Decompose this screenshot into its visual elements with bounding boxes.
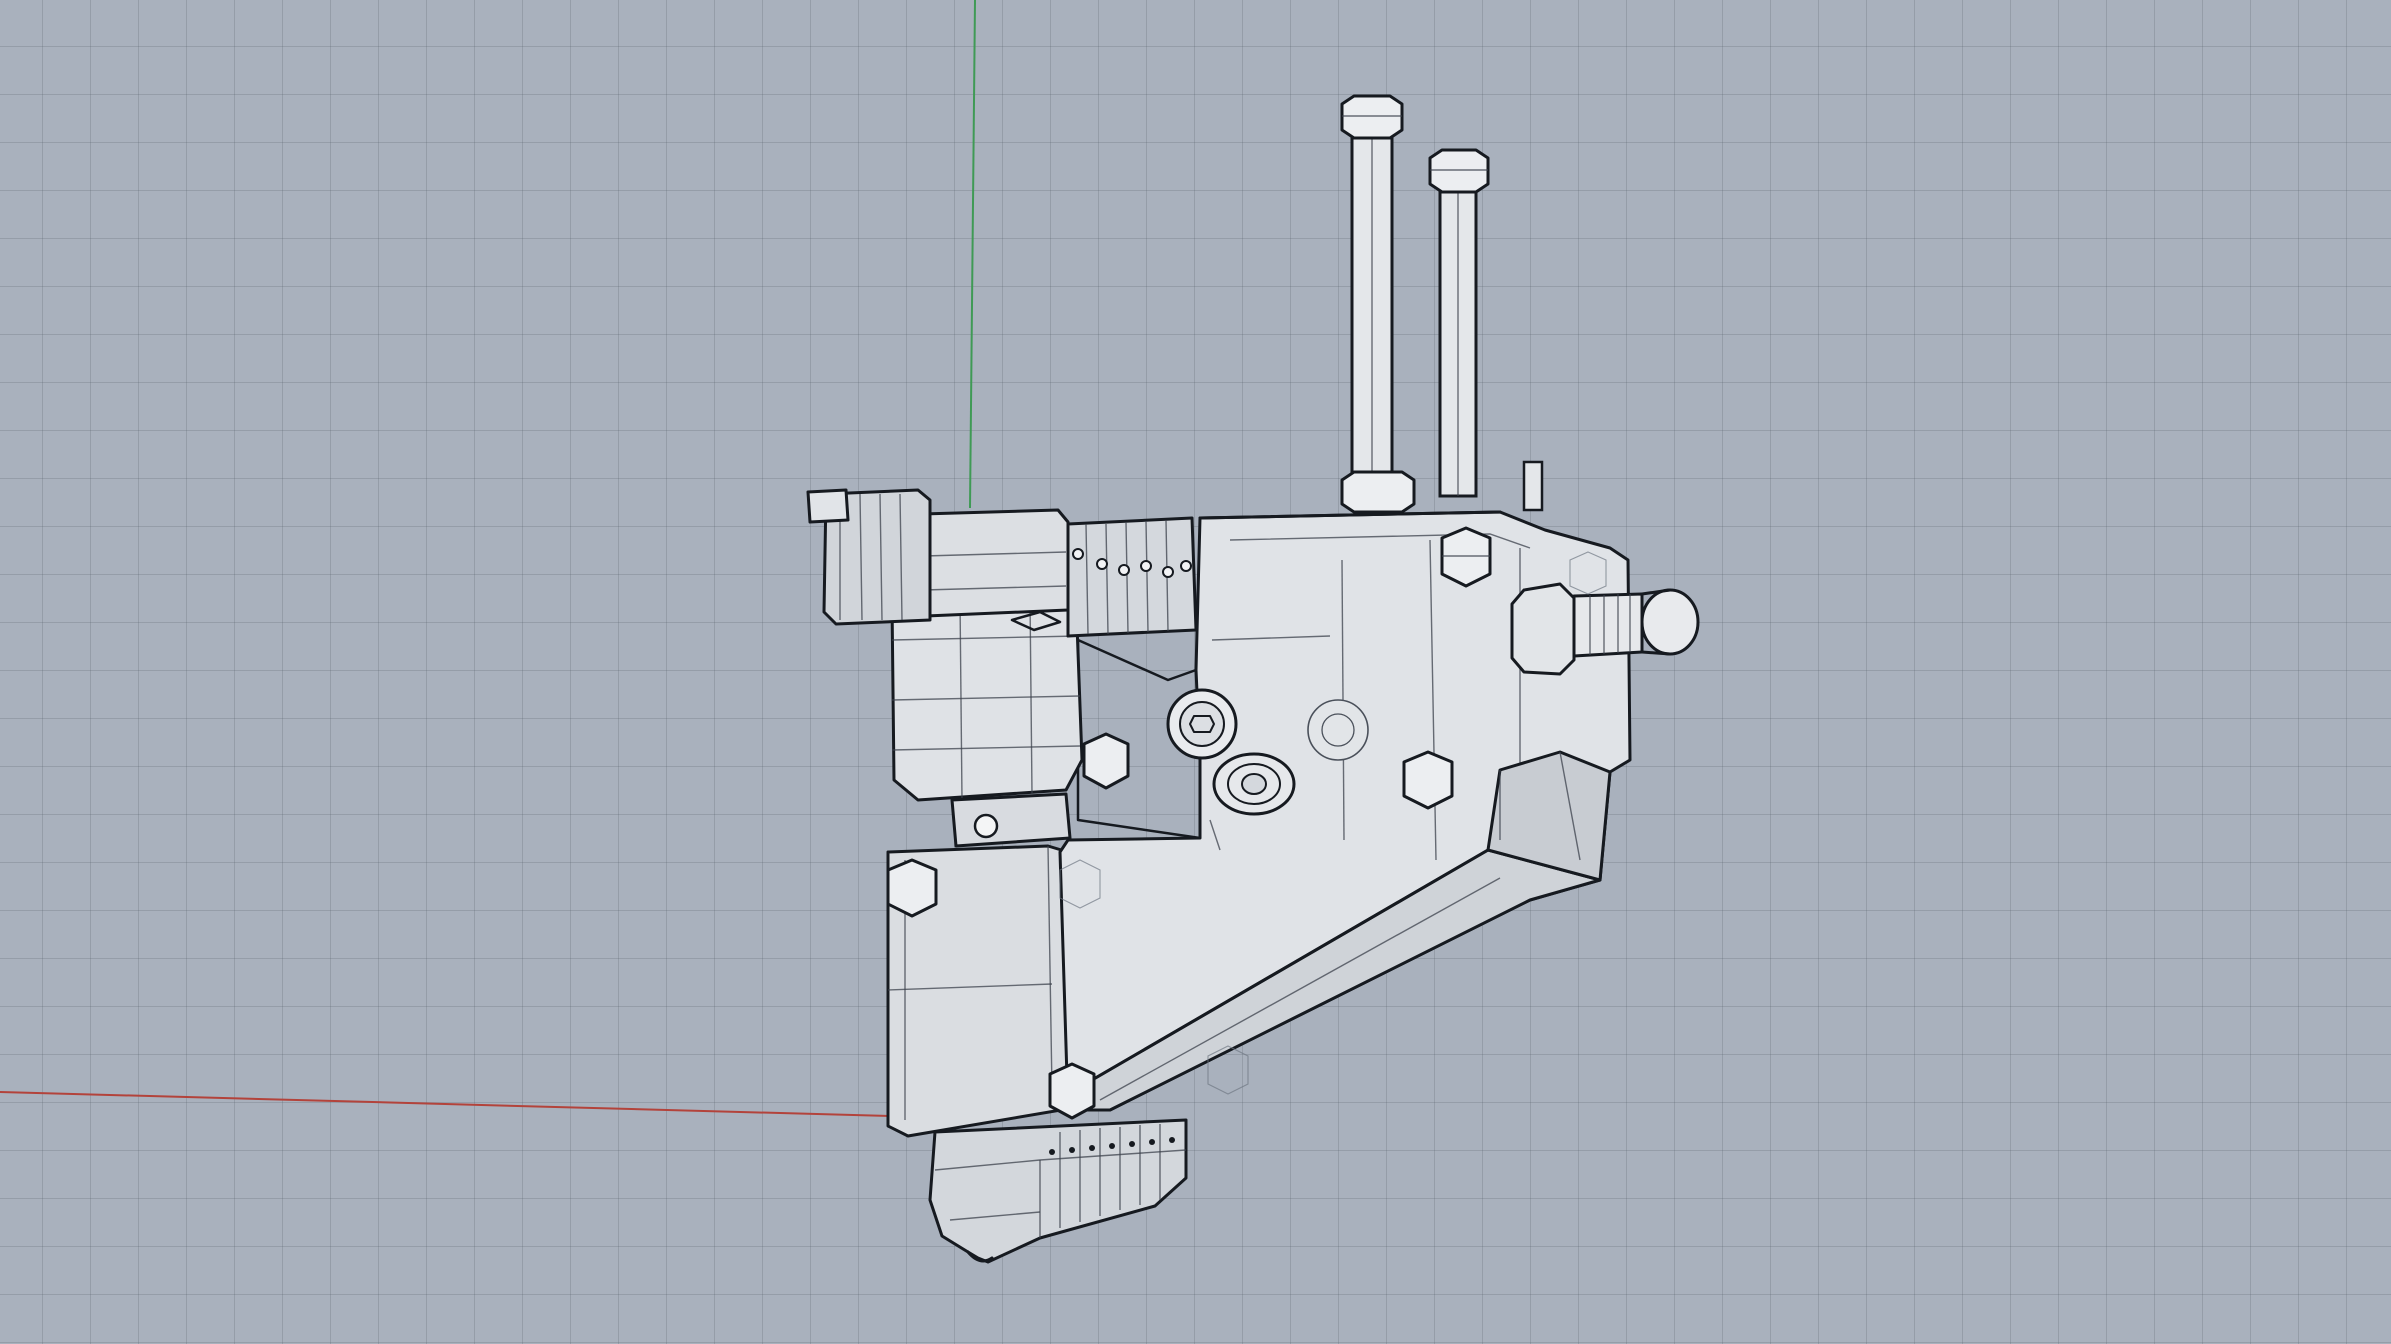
hex-bolt-middle-left[interactable] (1082, 732, 1130, 790)
extruder-hotend-model[interactable] (806, 94, 1700, 1264)
top-rail[interactable] (806, 488, 1198, 638)
x-axis-line (0, 1091, 891, 1117)
guide-rod-right[interactable] (1428, 148, 1490, 498)
round-boss (1307, 699, 1369, 761)
perspective-viewport[interactable] (0, 0, 2391, 1344)
hex-bolt-plate-upper[interactable] (886, 858, 938, 918)
guide-rod-left[interactable] (1340, 94, 1416, 514)
heatsink-block[interactable] (890, 596, 1084, 848)
ptfe-coupling[interactable] (1212, 752, 1296, 816)
nozzle-block[interactable] (928, 1118, 1188, 1264)
hex-bolt-top[interactable] (1440, 526, 1492, 588)
hex-bolt-plate-lower[interactable] (1048, 1062, 1096, 1120)
hex-bolt-middle-right[interactable] (1402, 750, 1454, 810)
small-pin (1522, 460, 1544, 512)
socket-head-screw[interactable] (1166, 688, 1238, 760)
y-axis-line (969, 0, 976, 509)
cad-scene (0, 0, 1700, 1264)
